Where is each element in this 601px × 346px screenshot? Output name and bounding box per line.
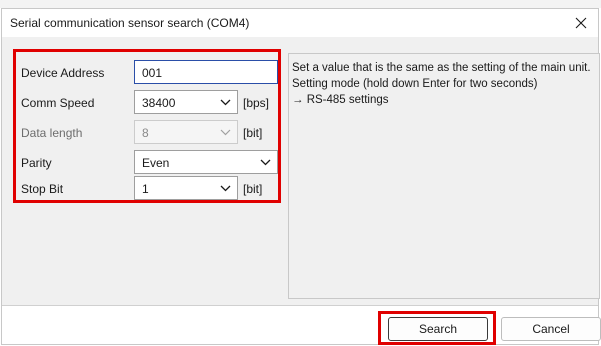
parity-label: Parity [21,156,52,170]
chevron-down-icon [219,181,231,195]
info-text-line-1: Set a value that is the same as the sett… [292,62,591,74]
data-length-select: 8 [134,120,238,144]
close-button[interactable] [564,9,598,37]
info-panel: Set a value that is the same as the sett… [288,53,600,299]
data-length-label: Data length [21,126,83,140]
chevron-down-icon [259,155,271,169]
data-length-value: 8 [142,126,149,140]
parity-value: Even [142,156,170,170]
stop-bit-row: Stop Bit 1 [bit] [16,176,278,202]
parity-row: Parity Even [16,150,278,176]
data-length-row: Data length 8 [bit] [16,120,278,146]
search-button[interactable]: Search [388,317,488,341]
chevron-down-icon [219,95,231,109]
data-length-unit: [bit] [243,126,263,140]
dialog-content: Device Address 001 Comm Speed 38400 [bps… [2,37,600,305]
dialog-footer: Search Cancel [2,306,601,345]
dialog-title: Serial communication sensor search (COM4… [10,16,250,30]
stop-bit-select[interactable]: 1 [134,176,238,200]
comm-speed-label: Comm Speed [21,96,95,110]
comm-speed-row: Comm Speed 38400 [bps] [16,90,278,116]
cancel-button[interactable]: Cancel [501,317,601,341]
comm-speed-select[interactable]: 38400 [134,90,238,114]
info-text-line-3: → RS-485 settings [292,94,389,106]
stop-bit-unit: [bit] [243,182,263,196]
comm-speed-unit: [bps] [243,96,270,110]
dialog-window: Serial communication sensor search (COM4… [1,8,601,345]
title-bar: Serial communication sensor search (COM4… [2,9,598,37]
stop-bit-value: 1 [142,182,149,196]
parameters-panel: Device Address 001 Comm Speed 38400 [bps… [13,49,281,203]
close-icon [575,17,587,29]
stop-bit-label: Stop Bit [21,182,64,196]
device-address-input[interactable]: 001 [134,60,278,84]
parity-select[interactable]: Even [134,150,278,174]
comm-speed-value: 38400 [142,96,176,110]
background-window-strip [0,0,601,8]
device-address-row: Device Address 001 [16,60,278,86]
device-address-label: Device Address [21,66,105,80]
info-text-line-2: Setting mode (hold down Enter for two se… [292,78,538,90]
chevron-down-icon [219,125,231,139]
